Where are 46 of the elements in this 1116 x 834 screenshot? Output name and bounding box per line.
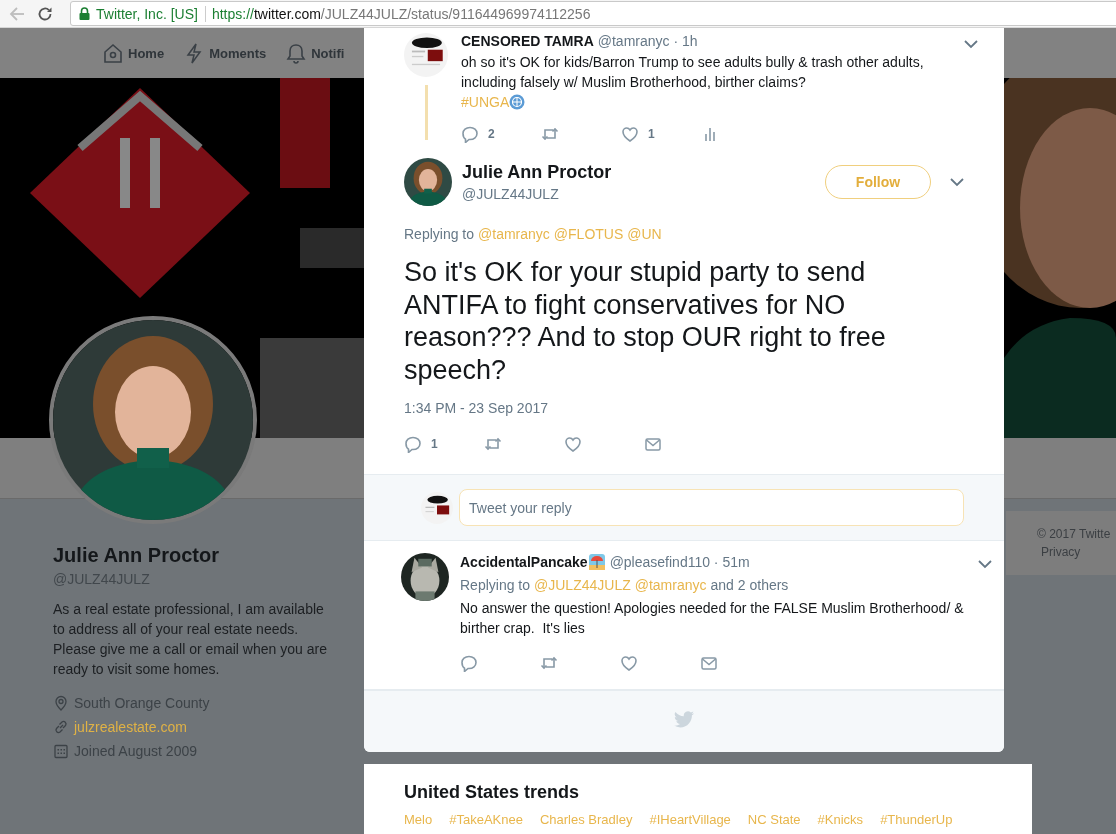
reply-button[interactable]: 1 [404,434,484,454]
heart-icon [564,435,582,453]
author-handle: @pleasefind110 · 51m [609,554,750,570]
copyright-text: © 2017 Twitte [1037,527,1111,541]
site-identity: Twitter, Inc. [US] [96,5,206,22]
reply-icon [460,654,478,672]
nav-link[interactable]: Home [103,42,165,64]
trend-link[interactable]: #Knicks [817,812,864,827]
envelope-icon [644,435,662,453]
heart-icon [620,654,638,672]
author-name: CENSORED TAMRA [461,33,594,49]
trend-link[interactable]: NC State [747,812,801,827]
retweet-icon [484,435,502,453]
others-link[interactable]: and 2 others [710,577,789,593]
privacy-link[interactable]: Privacy [1037,543,1116,561]
mention-link[interactable]: @tamranyc [634,577,707,593]
trend-link[interactable]: #IHeartVillage [649,812,731,827]
trend-link[interactable]: #TakeAKnee [449,812,523,827]
profile-name: Julie Ann Proctor [53,544,220,567]
reply-field[interactable]: Tweet your reply [459,489,964,526]
trend-link[interactable]: #ThunderUp [880,812,953,827]
lock-icon [79,7,90,20]
location-pin-icon [53,695,69,711]
mention-link[interactable]: @JULZ44JULZ [534,577,631,593]
nav-link[interactable]: Moments [184,42,267,64]
author-handle: @tamranyc · 1h [597,33,698,49]
url-text[interactable]: https://twitter.com/JULZ44JULZ/status/911644969974112256 [211,5,591,22]
nav-link[interactable]: Notifi [286,42,345,64]
reply-icon [404,435,422,453]
website-link[interactable]: julzrealestate.com [74,719,187,735]
author-name: AccidentalPancake [460,554,588,570]
calendar-icon [53,743,69,759]
bell-icon [286,42,307,64]
house-icon [103,42,123,64]
trend-link[interactable]: Charles Bradley [539,812,633,827]
back-arrow-icon [8,4,26,23]
link-icon [53,719,69,735]
envelope-icon [700,654,718,672]
tweet-text: No answer the question! Apologies needed for the FALSE Muslim Brotherhood/ & birther crap. It's lies [460,599,965,638]
trends-title: United States trends [404,782,581,803]
replying-to-label: Replying to [460,577,531,593]
bird-icon [674,711,694,728]
trend-link[interactable]: Melo [404,812,433,827]
beach-umbrella-icon [587,553,606,571]
retweet-icon [540,654,558,672]
profile-bio: As a real estate professional, I am available to address all of your real estate needs. Please give me a call or email when you are ready to visit some homes. [53,600,328,679]
